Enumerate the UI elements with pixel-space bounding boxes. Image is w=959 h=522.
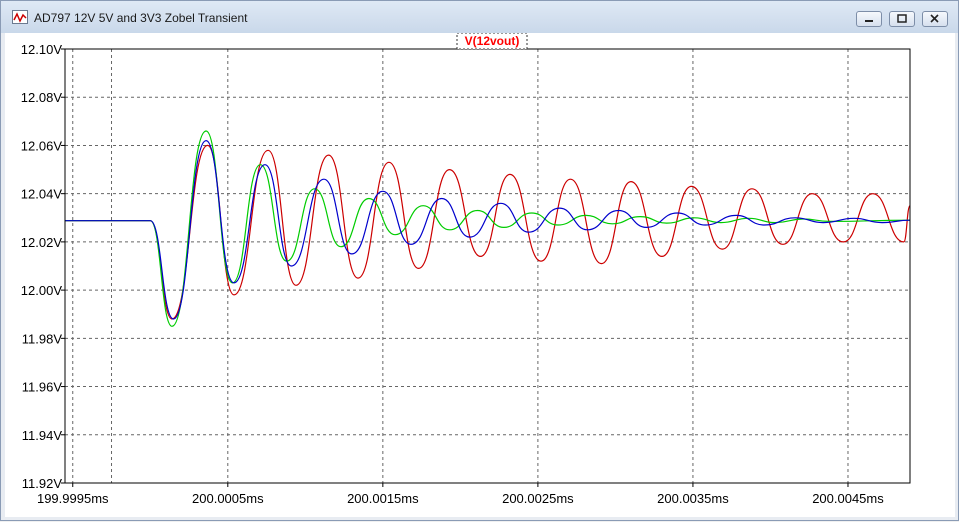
- x-tick-label: 200.0015ms: [347, 491, 419, 506]
- title-bar[interactable]: AD797 12V 5V and 3V3 Zobel Transient: [1, 1, 958, 33]
- x-tick-label: 200.0025ms: [502, 491, 574, 506]
- y-axis-labels: 12.10V 12.08V 12.06V 12.04V 12.02V 12.00V 11.9…: [21, 42, 63, 491]
- y-tick-label: 12.04V: [21, 187, 63, 202]
- minimize-button[interactable]: [856, 11, 882, 27]
- y-tick-label: 11.96V: [22, 380, 63, 395]
- close-button[interactable]: [922, 11, 948, 27]
- y-tick-label: 12.06V: [21, 138, 63, 153]
- y-tick-label: 12.10V: [21, 42, 63, 57]
- window-title: AD797 12V 5V and 3V3 Zobel Transient: [34, 11, 248, 25]
- grid: [61, 48, 910, 487]
- y-tick-label: 12.02V: [21, 235, 63, 250]
- close-icon: [930, 14, 939, 23]
- waveform-icon: [12, 10, 28, 24]
- x-axis-labels: 199.9995ms 200.0005ms 200.0015ms 200.0025ms…: [37, 491, 884, 506]
- plot-area: [65, 49, 910, 483]
- x-tick-label: 199.9995ms: [37, 491, 109, 506]
- y-tick-label: 11.92V: [22, 476, 63, 491]
- transient-plot[interactable]: 12.10V 12.08V 12.06V 12.04V 12.02V 12.00V 11.9…: [5, 32, 955, 517]
- trace-label-box[interactable]: V(12vout): [456, 32, 528, 50]
- minimize-icon: [865, 20, 873, 22]
- x-tick-label: 200.0035ms: [657, 491, 729, 506]
- x-tick-label: 200.0045ms: [812, 491, 884, 506]
- y-tick-label: 11.94V: [22, 428, 63, 443]
- restore-icon: [897, 14, 907, 23]
- app-window: AD797 12V 5V and 3V3 Zobel Transient 12.…: [0, 0, 959, 521]
- y-tick-label: 12.08V: [21, 90, 63, 105]
- restore-button[interactable]: [889, 11, 915, 27]
- y-tick-label: 12.00V: [21, 283, 63, 298]
- plot-pane[interactable]: 12.10V 12.08V 12.06V 12.04V 12.02V 12.00V 11.9…: [5, 32, 955, 517]
- trace-label[interactable]: V(12vout): [465, 34, 520, 48]
- y-tick-label: 11.98V: [22, 331, 63, 346]
- x-tick-label: 200.0005ms: [192, 491, 264, 506]
